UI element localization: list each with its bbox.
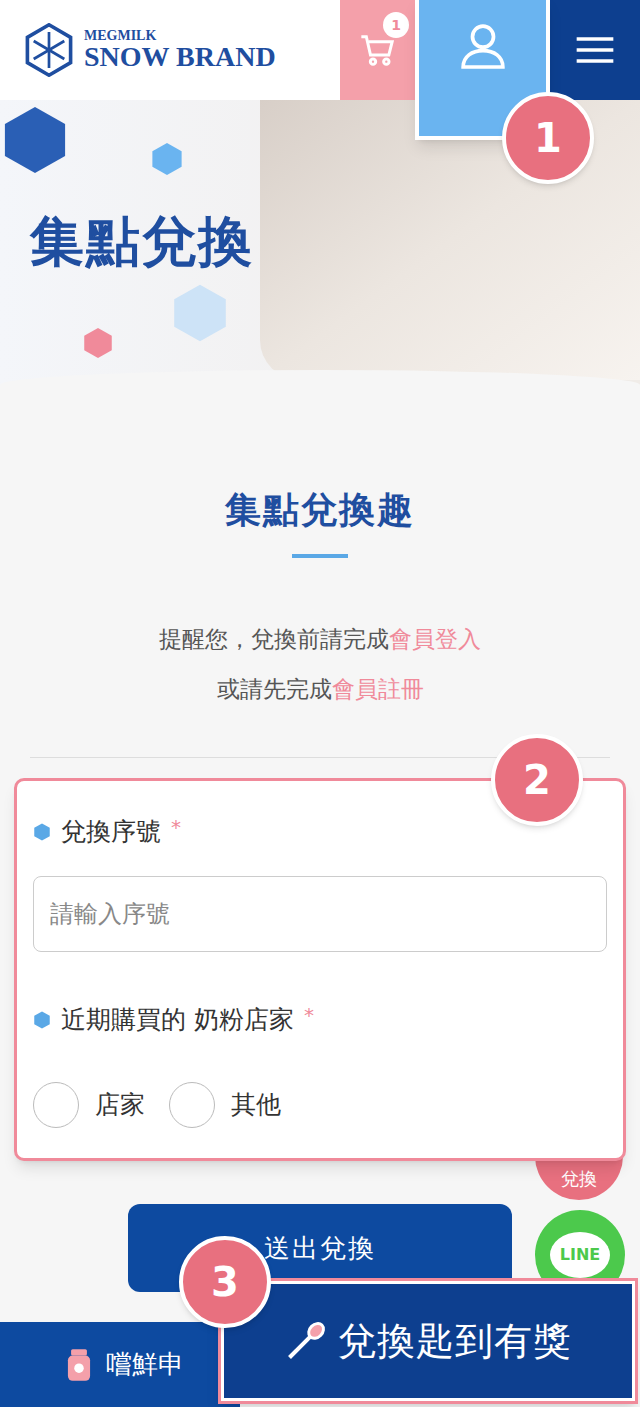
radio-option[interactable]: 其他 <box>169 1082 281 1128</box>
milk-can-icon <box>60 1343 98 1387</box>
trial-button[interactable]: 嚐鮮申 <box>0 1322 240 1407</box>
redeem-spoon-button[interactable]: 兌換匙到有獎 <box>218 1278 638 1404</box>
callout-badge: 3 <box>179 1236 271 1328</box>
title-underline <box>292 554 348 558</box>
field-label: 近期購買的 奶粉店家* <box>33 1002 607 1038</box>
hexagon-icon <box>0 100 70 180</box>
header: MEGMILKSNOW BRAND 1 <box>0 0 640 100</box>
callout-badge: 1 <box>502 92 594 184</box>
logo[interactable]: MEGMILKSNOW BRAND <box>0 0 340 100</box>
login-link[interactable]: 會員登入 <box>389 626 481 652</box>
menu-button[interactable] <box>550 0 640 100</box>
redeem-form: 兌換序號*近期購買的 奶粉店家*店家其他 <box>14 778 626 1161</box>
notice-line: 或請先完成會員註冊 <box>217 664 424 714</box>
hexagon-icon <box>150 140 184 178</box>
hexagon-icon <box>33 1010 51 1030</box>
section-title: 集點兌換趣 <box>225 488 415 532</box>
radio-circle[interactable] <box>169 1082 215 1128</box>
radio-group: 店家其他 <box>33 1082 607 1128</box>
logo-top-text: MEGMILK <box>84 29 276 43</box>
notice-line: 提醒您，兌換前請完成會員登入 <box>159 614 481 664</box>
logo-bottom-text: SNOW BRAND <box>84 43 276 71</box>
section: 集點兌換趣提醒您，兌換前請完成會員登入或請先完成會員註冊 <box>0 400 640 714</box>
callout-badge: 2 <box>491 734 583 826</box>
hexagon-icon <box>82 325 114 361</box>
serial-input[interactable] <box>33 876 607 952</box>
page: MEGMILKSNOW BRAND 1 集點兌換集點兌換趣提醒您，兌換前請完成會員登… <box>0 0 640 1407</box>
cart-badge: 1 <box>383 12 409 38</box>
hexagon-icon <box>33 822 51 842</box>
hexagon-icon <box>170 280 230 346</box>
hamburger-icon <box>573 28 617 72</box>
radio-option[interactable]: 店家 <box>33 1082 145 1128</box>
snowflake-logo-icon <box>22 23 76 77</box>
required-mark: * <box>304 997 314 1033</box>
cart-button[interactable]: 1 <box>340 0 415 100</box>
hero-title: 集點兌換 <box>0 201 254 282</box>
required-mark: * <box>171 809 181 845</box>
user-icon <box>455 18 511 74</box>
spoon-icon <box>284 1319 328 1363</box>
register-link[interactable]: 會員註冊 <box>332 676 424 702</box>
radio-circle[interactable] <box>33 1082 79 1128</box>
